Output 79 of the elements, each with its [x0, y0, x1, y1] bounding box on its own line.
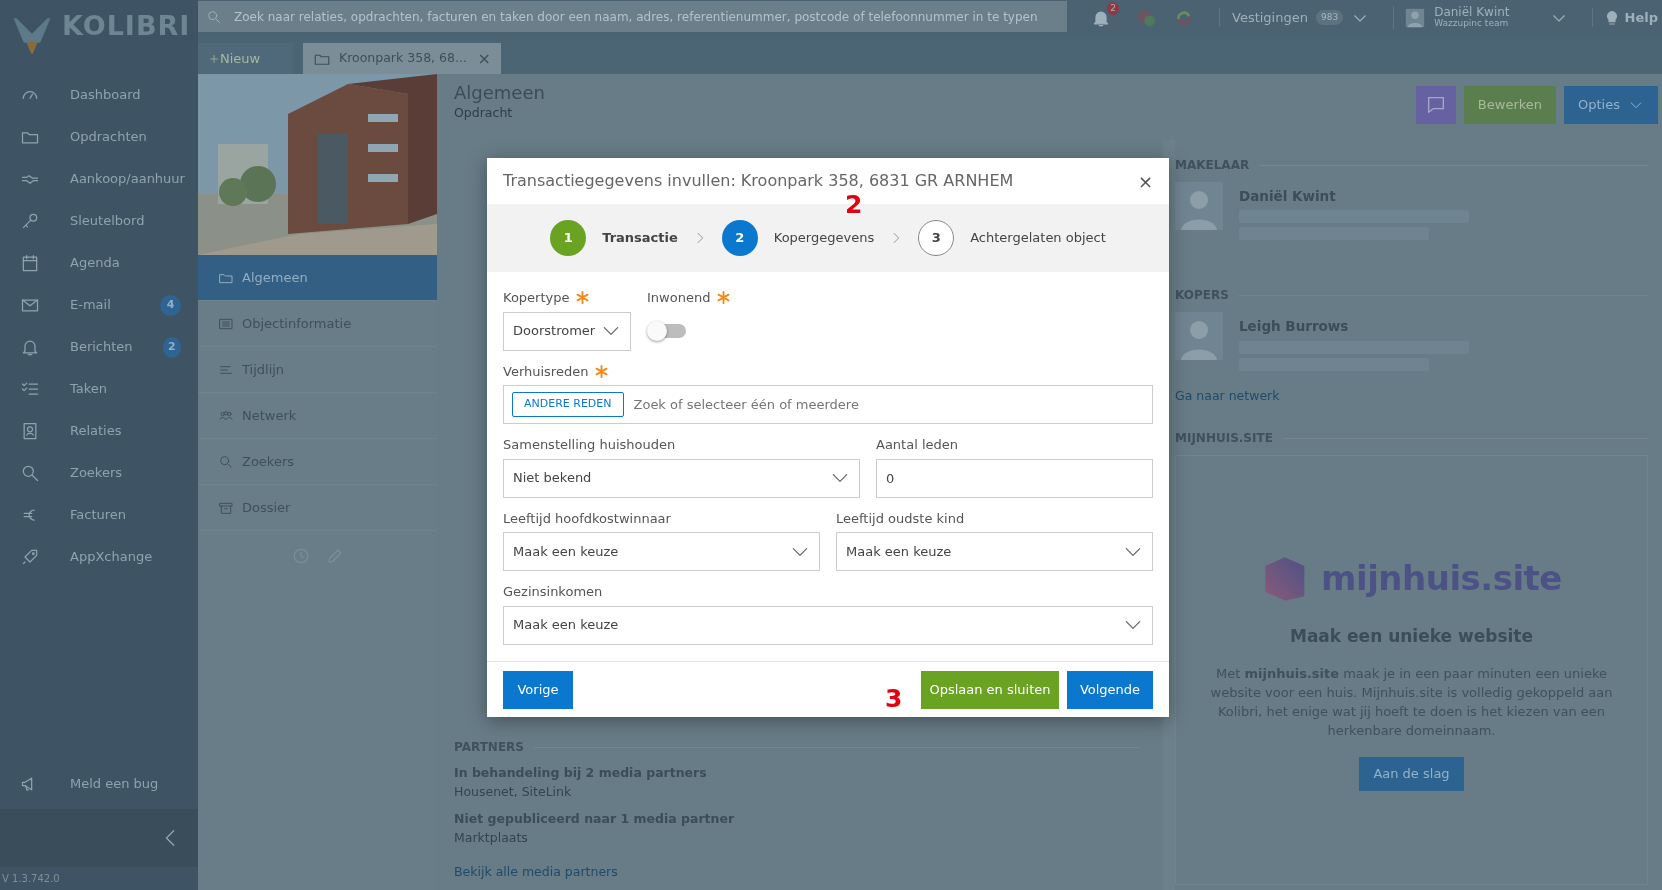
tag-button[interactable]: ANDERE REDEN	[512, 392, 624, 417]
key-icon	[20, 211, 40, 231]
sidebar-item-label: Aankoop/aanhuur	[70, 170, 186, 189]
sidebar-item-label: Opdrachten	[70, 128, 148, 147]
start-button[interactable]: Aan de slag	[1359, 756, 1464, 791]
sidebar-item-label: Berichten	[70, 338, 133, 357]
field-label: Verhuisreden	[503, 362, 589, 381]
step[interactable]: 1 Transactie	[550, 220, 678, 256]
link[interactable]: Ga naar netwerk	[1175, 386, 1648, 406]
nav-item[interactable]: Algemeen	[198, 255, 437, 301]
number-field[interactable]: 0	[876, 458, 1153, 498]
sidebar-item-label: Taken	[70, 380, 109, 399]
step[interactable]: 2 Kopergegevens	[721, 220, 875, 256]
step-label: Achtergelaten object	[970, 229, 1106, 248]
count-badge: 2	[162, 336, 181, 358]
select-field[interactable]: Doorstromer	[503, 311, 631, 351]
sidebar-item-label: Dashboard	[70, 86, 142, 105]
search-icon	[206, 8, 222, 25]
field-label: Aantal leden	[876, 436, 958, 454]
sidebar-item-label: Facturen	[70, 506, 128, 525]
sidebar-item-label: Zoekers	[70, 464, 124, 483]
sidebar-item-label: Relaties	[70, 422, 123, 441]
modal-title: Transactiegegevens invullen: Kroonpark 358, 6831 GR ARNHEM	[503, 170, 1014, 192]
calendar-icon	[20, 253, 40, 273]
required-asterisk-icon	[716, 290, 732, 306]
notification-badge: 2	[1107, 1, 1119, 15]
search-icon	[20, 463, 40, 483]
tags-field[interactable]: ANDERE REDEN Zoek of selecteer één of meerdere	[503, 385, 1153, 424]
search-icon	[218, 453, 234, 470]
save-button[interactable]: Opslaan en sluiten	[921, 670, 1059, 709]
toggle-switch[interactable]	[650, 323, 686, 338]
field-label: Kopertype	[503, 289, 570, 307]
sidebar-item-label: Meld een bug	[70, 775, 160, 794]
new-tab-button[interactable]: Nieuw	[198, 43, 293, 74]
avatar-icon	[1404, 6, 1427, 29]
version-text: V 1.3.742.0	[1, 872, 61, 886]
sidebar-item-label: Agenda	[70, 254, 121, 273]
options-button[interactable]: Opties	[1564, 86, 1658, 124]
link[interactable]: Bekijk alle media partners	[454, 863, 1139, 882]
search-field[interactable]: Zoek naar relaties, opdrachten, facturen en taken door een naam, adres, referentienummer, postcode of telefoonnummer in te typen	[198, 1, 1067, 32]
previous-button[interactable]: Vorige	[503, 670, 573, 709]
close-tab-button[interactable]: ×	[477, 46, 491, 71]
step-number: 3	[918, 220, 955, 256]
field-label: Leeftijd hoofdkostwinnaar	[503, 509, 671, 528]
page-subtitle: Opdracht	[454, 103, 514, 122]
field-label: Samenstelling huishouden	[503, 436, 676, 454]
step-number: 2	[721, 220, 758, 256]
sidebar-item-label: Sleutelbord	[70, 212, 146, 231]
edit-button[interactable]: Bewerken	[1463, 86, 1557, 124]
branches-label: Vestigingen	[1219, 7, 1308, 28]
select-field[interactable]: Maak een keuze	[503, 605, 1153, 645]
required-asterisk-icon	[594, 363, 610, 379]
select-field[interactable]: Niet bekend	[503, 458, 860, 498]
step[interactable]: 3 Achtergelaten object	[918, 220, 1106, 256]
step-label: Transactie	[602, 229, 678, 248]
sidebar-item-label: E-mail	[70, 296, 112, 315]
step-label: Kopergegevens	[773, 229, 875, 248]
select-field[interactable]: Maak een keuze	[503, 532, 820, 571]
field-label: Inwonend	[647, 289, 711, 307]
close-button[interactable]: ×	[1137, 167, 1153, 195]
user-name: Daniël Kwint	[1434, 6, 1510, 20]
annotation-number: 3	[885, 683, 903, 715]
help-link[interactable]: Help	[1591, 7, 1658, 28]
select-field[interactable]: Maak een keuze	[836, 532, 1153, 571]
count-badge: 4	[160, 294, 181, 316]
partner-names: Marktplaats	[454, 828, 529, 847]
tab[interactable]: Kroonpark 358, 68... ×	[303, 43, 501, 74]
plus-icon	[208, 53, 220, 66]
count-badge: 983	[1315, 9, 1344, 26]
step-number: 1	[550, 220, 587, 256]
sidebar-item-label: AppXchange	[70, 548, 154, 567]
partner-names: Housenet, SiteLink	[454, 783, 573, 801]
annotation-number: 2	[845, 189, 863, 221]
next-button[interactable]: Volgende	[1067, 670, 1153, 709]
required-asterisk-icon	[575, 290, 591, 306]
field-label: Leeftijd oudste kind	[836, 509, 965, 528]
field-label: Gezinsinkomen	[503, 583, 603, 601]
user-team: Wazzupinc team	[1434, 19, 1510, 29]
chat-button[interactable]	[1415, 86, 1456, 124]
